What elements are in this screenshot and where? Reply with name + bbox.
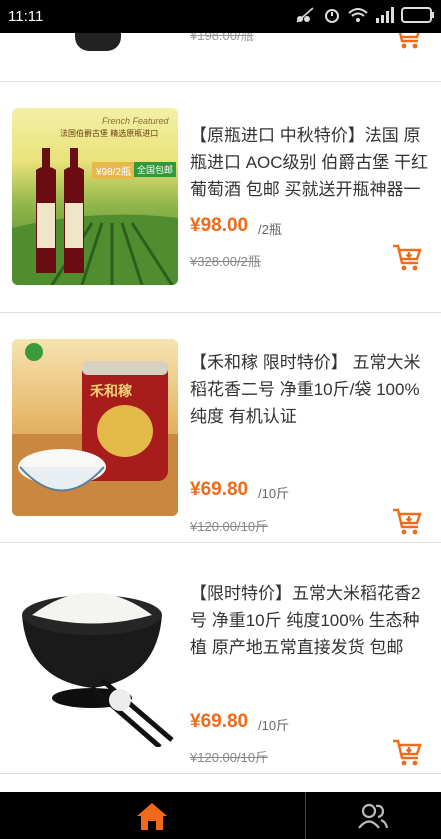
signal-icon — [296, 7, 314, 23]
product-image: French Featured 法国伯爵古堡 精选原瓶进口 ¥98/2瓶 全国包… — [12, 108, 178, 285]
image-price: ¥98/2瓶 — [92, 162, 136, 179]
image-badge: 全国包邮 — [134, 162, 177, 177]
list-item[interactable]: 禾和稼 【禾和稼 限时特价】 五常大米 稻花香二号 净重10斤/袋 100% 纯… — [0, 335, 441, 535]
image-subtitle: 法国伯爵古堡 精选原瓶进口 — [60, 129, 159, 138]
cell-signal-icon — [376, 7, 394, 23]
divider — [0, 542, 441, 543]
divider — [0, 773, 441, 774]
wifi-icon — [348, 8, 368, 22]
price-unit: /10斤 — [258, 486, 290, 501]
price-unit: /2瓶 — [258, 222, 282, 237]
product-title[interactable]: 【限时特价】五常大米稻花香2号 净重10斤 纯度100% 生态种植 原产地五常直… — [190, 580, 430, 661]
list-item[interactable]: 【限时特价】五常大米稻花香2号 净重10斤 纯度100% 生态种植 原产地五常直… — [0, 566, 441, 766]
status-bar: 11:11 — [0, 0, 441, 33]
home-icon — [137, 802, 167, 830]
divider — [0, 312, 441, 313]
status-icons — [295, 6, 435, 24]
people-icon — [358, 803, 389, 829]
battery-icon — [401, 7, 434, 23]
product-image: 禾和稼 — [12, 339, 178, 516]
divider — [0, 81, 441, 82]
price-unit: /10斤 — [258, 718, 290, 733]
list-item[interactable]: French Featured 法国伯爵古堡 精选原瓶进口 ¥98/2瓶 全国包… — [0, 105, 441, 285]
product-price: ¥69.80 — [190, 479, 249, 500]
original-price: ¥120.00/10斤 — [190, 750, 269, 765]
tab-home[interactable] — [42, 792, 262, 839]
product-price: ¥69.80 — [190, 711, 249, 732]
partial-list-item[interactable]: ¥198.00/瓶 — [0, 33, 441, 81]
rice-bag-image — [12, 343, 178, 516]
alarm-icon — [325, 9, 339, 23]
partial-old-price: ¥198.00/瓶 — [190, 33, 254, 43]
product-list[interactable]: ¥198.00/瓶 French Featured 法国伯爵古堡 精选原瓶进口 … — [0, 33, 441, 792]
product-title[interactable]: 【原瓶进口 中秋特价】法国 原瓶进口 AOC级别 伯爵古堡 干红葡萄酒 包邮 买… — [190, 122, 430, 203]
partial-product-image — [12, 33, 178, 53]
add-to-cart-icon[interactable] — [391, 33, 423, 51]
product-title[interactable]: 【禾和稼 限时特价】 五常大米 稻花香二号 净重10斤/袋 100% 纯度 有机… — [190, 349, 430, 430]
add-to-cart-icon[interactable] — [391, 505, 423, 537]
image-brand: 禾和稼 — [90, 383, 132, 399]
bottom-tab-bar — [0, 792, 441, 839]
add-to-cart-icon[interactable] — [391, 736, 423, 768]
product-price: ¥98.00 — [190, 215, 249, 236]
image-title: French Featured — [102, 116, 169, 126]
original-price: ¥120.00/10斤 — [190, 519, 269, 534]
rice-bowl-image — [22, 592, 174, 747]
product-image — [12, 570, 178, 747]
status-time: 11:11 — [8, 8, 44, 25]
tab-account[interactable] — [263, 792, 441, 839]
original-price: ¥328.00/2瓶 — [190, 254, 261, 269]
add-to-cart-icon[interactable] — [391, 241, 423, 273]
